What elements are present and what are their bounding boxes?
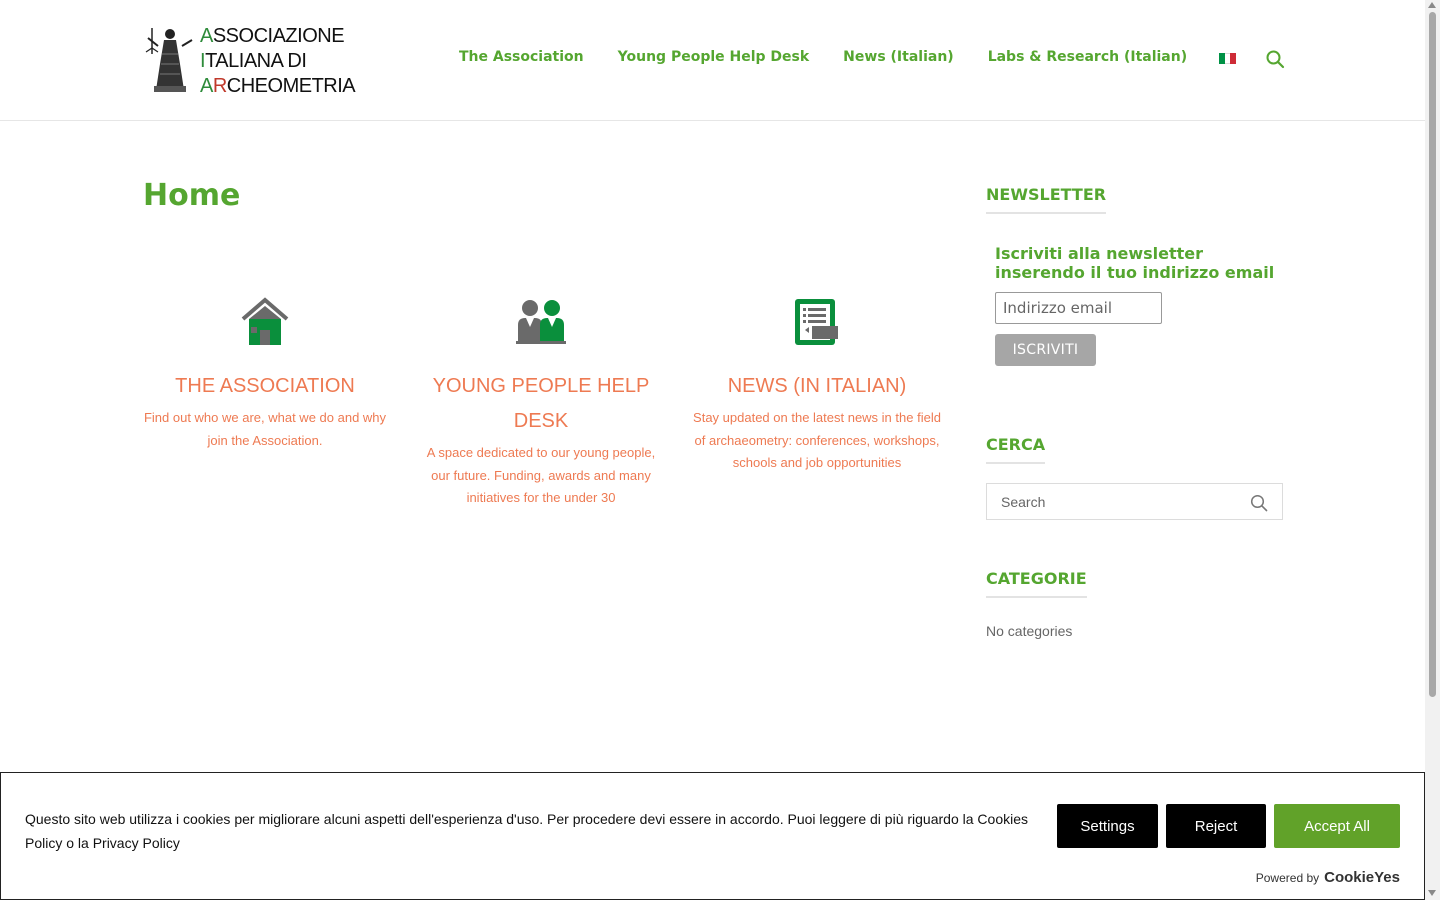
feature-title[interactable]: THE ASSOCIATION bbox=[140, 369, 390, 404]
page-title: Home bbox=[143, 178, 241, 213]
cookieyes-logo[interactable]: CookieYes bbox=[1324, 869, 1400, 886]
no-categories-text: No categories bbox=[986, 623, 1073, 639]
search-widget-title: CERCA bbox=[986, 435, 1046, 464]
newsletter-text: Iscriviti alla newsletter inserendo il t… bbox=[995, 244, 1275, 282]
cookie-accept-all-button[interactable]: Accept All bbox=[1274, 804, 1400, 848]
scroll-down-arrow-icon[interactable] bbox=[1428, 890, 1436, 896]
feature-description: A space dedicated to our young people, o… bbox=[426, 445, 656, 505]
logo-line-1: ASSOCIAZIONE bbox=[200, 25, 345, 47]
people-icon bbox=[516, 300, 566, 344]
sidebar-search bbox=[986, 483, 1283, 520]
nav-the-association[interactable]: The Association bbox=[459, 49, 584, 65]
logo-line-3: ARCHEOMETRIA bbox=[200, 75, 356, 97]
italian-flag-icon[interactable] bbox=[1219, 53, 1237, 64]
main-nav: The Association Young People Help Desk N… bbox=[459, 49, 1221, 65]
sidebar-search-input[interactable] bbox=[987, 484, 1237, 519]
feature-news[interactable]: NEWS (IN ITALIAN) Stay updated on the la… bbox=[692, 297, 942, 475]
newsletter-email-input[interactable] bbox=[995, 292, 1162, 324]
cookie-message: Questo sito web utilizza i cookies per m… bbox=[25, 811, 1028, 851]
feature-title[interactable]: YOUNG PEOPLE HELP DESK bbox=[416, 369, 666, 439]
nav-news[interactable]: News (Italian) bbox=[843, 49, 954, 65]
site-header: ASSOCIAZIONE ITALIANA DI ARCHEOMETRIA The … bbox=[0, 0, 1425, 121]
search-icon[interactable] bbox=[1265, 49, 1285, 69]
feature-title[interactable]: NEWS (IN ITALIAN) bbox=[692, 369, 942, 404]
search-icon[interactable] bbox=[1250, 494, 1268, 512]
cookie-banner: Questo sito web utilizza i cookies per m… bbox=[0, 772, 1425, 900]
feature-young-people-help-desk[interactable]: YOUNG PEOPLE HELP DESK A space dedicated… bbox=[416, 297, 666, 510]
flag-stripe bbox=[1230, 53, 1237, 64]
nav-young-people-help-desk[interactable]: Young People Help Desk bbox=[618, 49, 810, 65]
feature-description: Find out who we are, what we do and why … bbox=[143, 410, 387, 448]
feature-the-association[interactable]: THE ASSOCIATION Find out who we are, wha… bbox=[140, 297, 390, 452]
categories-widget-title: CATEGORIE bbox=[986, 569, 1087, 598]
house-icon bbox=[241, 297, 289, 345]
cookie-reject-button[interactable]: Reject bbox=[1166, 804, 1266, 848]
cookie-settings-button[interactable]: Settings bbox=[1057, 804, 1158, 848]
scrollbar-thumb[interactable] bbox=[1429, 12, 1436, 697]
powered-by-label: Powered by bbox=[1255, 871, 1320, 885]
page-scrollbar[interactable] bbox=[1425, 0, 1440, 900]
logo-figure-icon bbox=[145, 28, 193, 92]
newsletter-subscribe-button[interactable]: ISCRIVITI bbox=[995, 334, 1096, 366]
news-icon bbox=[795, 299, 838, 345]
site-logo[interactable]: ASSOCIAZIONE ITALIANA DI ARCHEOMETRIA bbox=[144, 24, 356, 97]
newsletter-widget-title: NEWSLETTER bbox=[986, 185, 1107, 214]
logo-line-2: ITALIANA DI bbox=[200, 50, 307, 72]
scroll-up-arrow-icon[interactable] bbox=[1428, 2, 1436, 8]
nav-labs-research[interactable]: Labs & Research (Italian) bbox=[988, 49, 1187, 65]
powered-by: Powered by CookieYes bbox=[1256, 869, 1400, 886]
feature-description: Stay updated on the latest news in the f… bbox=[693, 410, 941, 470]
